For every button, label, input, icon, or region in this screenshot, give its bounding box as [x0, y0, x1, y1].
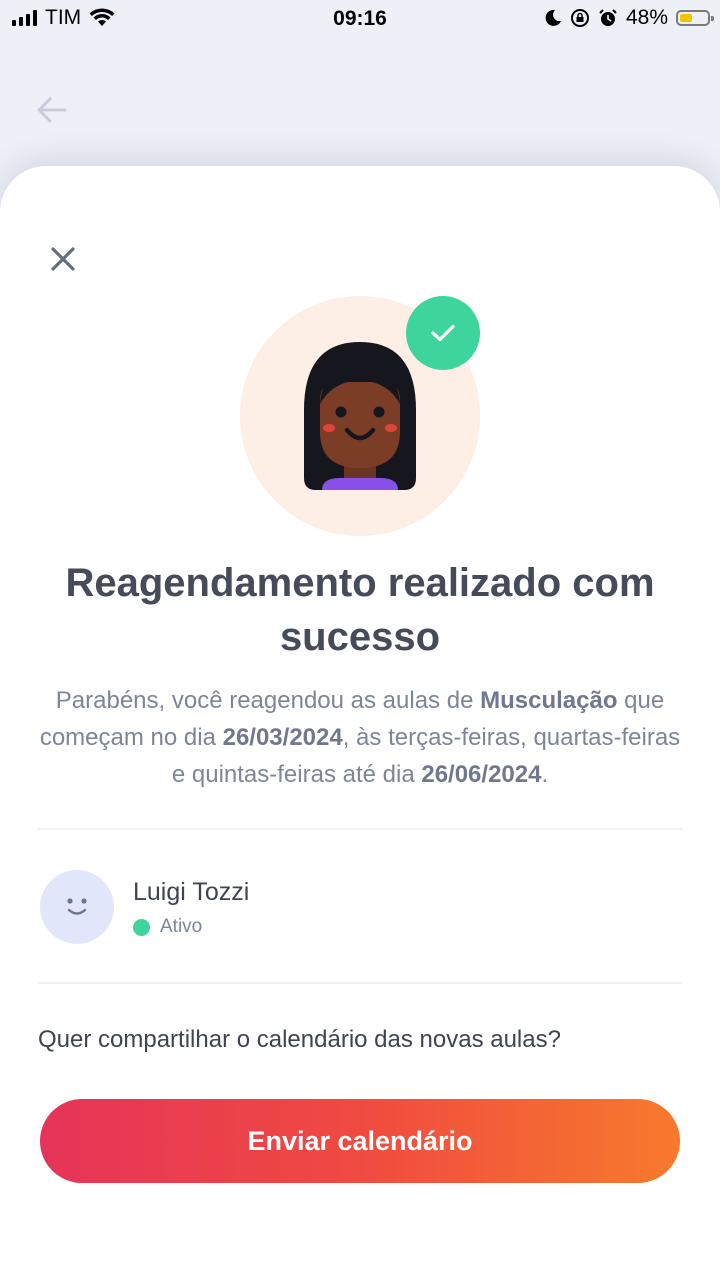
battery-percent: 48% — [625, 6, 668, 29]
message-start-date: 26/03/2024 — [222, 724, 343, 751]
battery-fill — [680, 14, 693, 22]
battery-icon — [676, 10, 714, 26]
check-icon — [431, 324, 455, 342]
success-title: Reagendamento realizado com sucesso — [65, 561, 655, 659]
status-badge: Ativo — [160, 916, 203, 937]
status-dot-icon — [133, 918, 150, 936]
success-message: Parabéns, você reagendou as aulas de Mus… — [36, 682, 684, 793]
share-question: Quer compartilhar o calendário das novas… — [38, 1026, 561, 1053]
message-activity: Musculação — [480, 687, 618, 714]
smiley-face-icon — [67, 898, 87, 915]
message-part-1: Parabéns, você reagendou as aulas de — [55, 687, 481, 714]
message-part-4: . — [541, 761, 549, 788]
member-card: Luigi Tozzi Ativo — [40, 870, 680, 946]
back-button[interactable] — [34, 92, 70, 133]
avatar-illustration-icon — [304, 342, 416, 490]
alarm-icon — [599, 9, 617, 26]
rotation-lock-icon — [570, 9, 589, 27]
success-illustration — [240, 296, 480, 536]
avatar — [40, 870, 114, 944]
send-calendar-button[interactable]: Enviar calendário — [40, 1099, 680, 1183]
success-sheet: Reagendamento realizado com sucesso Para… — [0, 166, 720, 1280]
success-badge — [406, 296, 480, 370]
status-right: 48% — [544, 6, 714, 30]
member-name: Luigi Tozzi — [133, 878, 250, 906]
moon-icon — [545, 9, 561, 26]
member-status: Ativo — [133, 916, 202, 938]
arrow-left-icon — [37, 97, 67, 123]
close-icon — [51, 247, 75, 271]
divider — [38, 982, 682, 984]
status-bar: TIM 09:16 48% — [0, 0, 720, 38]
close-button[interactable] — [44, 240, 82, 278]
divider — [38, 828, 682, 830]
battery-cap — [711, 16, 714, 21]
message-end-date: 26/06/2024 — [421, 761, 542, 788]
